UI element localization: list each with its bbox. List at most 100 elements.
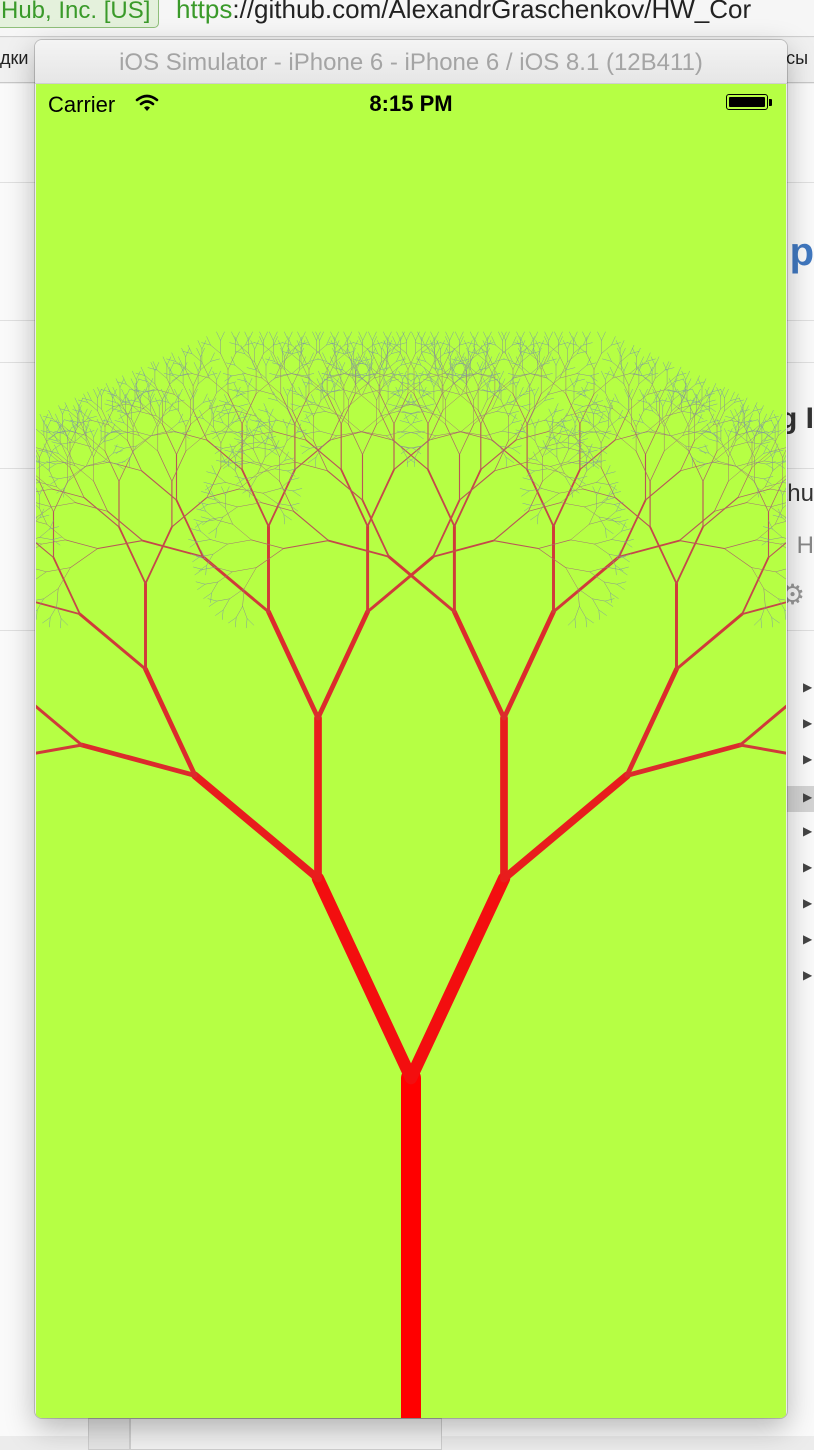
branch — [234, 476, 245, 480]
branch — [250, 476, 258, 489]
branch — [570, 413, 576, 424]
branch — [219, 400, 229, 404]
branch — [396, 331, 401, 341]
disclosure-triangle-icon[interactable]: ▶ — [803, 968, 812, 982]
branch — [39, 514, 50, 518]
branch — [343, 389, 361, 395]
disclosure-triangle-icon[interactable]: ▶ — [803, 896, 812, 910]
bookmark-item[interactable]: сы — [786, 48, 808, 69]
branch — [187, 344, 193, 354]
disclosure-triangle-icon[interactable]: ▶ — [803, 752, 812, 766]
branch — [609, 419, 618, 436]
branch — [558, 331, 563, 341]
branch — [349, 340, 355, 350]
branch — [619, 569, 628, 576]
branch — [730, 391, 735, 401]
branch — [542, 465, 562, 482]
disclosure-triangle-icon[interactable]: ▶ — [803, 860, 812, 874]
disclosure-triangle-icon[interactable]: ▶ — [803, 680, 812, 694]
branch — [453, 468, 482, 528]
branch — [43, 588, 59, 600]
branch — [122, 375, 127, 385]
disclosure-triangle-icon[interactable]: ▶ — [803, 790, 812, 804]
branch — [775, 571, 786, 580]
branch — [564, 476, 572, 489]
branch — [522, 502, 533, 506]
branch — [607, 352, 612, 362]
branch — [440, 340, 445, 350]
branch — [567, 618, 576, 626]
branch — [592, 486, 597, 496]
branch — [202, 566, 216, 570]
disclosure-triangle-icon[interactable]: ▶ — [803, 716, 812, 730]
branch — [526, 408, 535, 426]
branch — [161, 388, 166, 399]
branch — [243, 567, 257, 589]
branch — [353, 342, 363, 346]
url-text[interactable]: https://github.com/AlexandrGraschenkov/H… — [176, 0, 751, 27]
branch — [299, 403, 313, 407]
branch — [352, 378, 361, 395]
branch — [292, 490, 301, 497]
branch — [738, 408, 743, 418]
branch — [362, 331, 367, 341]
branch — [216, 410, 226, 414]
branch — [315, 331, 320, 341]
branch — [617, 347, 622, 357]
branch — [347, 347, 352, 357]
simulator-title[interactable]: iOS Simulator - iPhone 6 - iPhone 6 / iO… — [35, 40, 787, 84]
bookmark-item[interactable]: дки — [0, 48, 28, 69]
branch — [157, 410, 166, 428]
branch — [330, 383, 336, 393]
branch — [690, 410, 701, 420]
branch — [586, 445, 600, 449]
branch — [125, 394, 130, 404]
branch — [640, 430, 654, 434]
branch — [675, 525, 704, 585]
branch — [83, 393, 88, 403]
branch — [681, 370, 686, 380]
branch — [576, 351, 587, 354]
branch — [43, 443, 49, 453]
branch — [259, 336, 264, 346]
branch — [381, 340, 386, 350]
branch — [47, 463, 56, 470]
ev-certificate-badge[interactable]: Hub, Inc. [US] — [0, 0, 160, 28]
branch — [415, 331, 420, 341]
branch — [174, 399, 185, 403]
branch — [417, 331, 422, 341]
branch — [430, 331, 435, 341]
branch — [763, 476, 774, 480]
branch — [596, 482, 610, 485]
branch — [210, 539, 228, 545]
disclosure-triangle-icon[interactable]: ▶ — [803, 824, 812, 838]
branch — [498, 331, 503, 341]
branch — [547, 468, 565, 474]
branch — [39, 481, 54, 513]
branch — [529, 373, 548, 379]
branch-level — [36, 468, 786, 616]
branch-level — [79, 609, 743, 778]
branch — [228, 402, 239, 412]
branch — [534, 468, 548, 472]
branch — [200, 530, 211, 540]
branch — [654, 369, 666, 379]
branch — [225, 482, 244, 488]
branch — [121, 410, 132, 420]
branch — [521, 406, 531, 413]
disclosure-triangle-icon[interactable]: ▶ — [803, 932, 812, 946]
branch — [680, 440, 695, 472]
branch — [216, 598, 230, 602]
branch — [784, 516, 786, 520]
device-screen[interactable]: Carrier 8:15 PM — [36, 84, 786, 1418]
branch — [465, 383, 474, 401]
branch — [36, 505, 40, 509]
branch — [178, 362, 184, 372]
branch — [168, 430, 182, 434]
branch — [78, 397, 84, 407]
branch — [516, 331, 521, 341]
branch — [203, 399, 213, 403]
branch — [330, 378, 336, 388]
branch — [141, 539, 204, 558]
browser-url-bar[interactable]: Hub, Inc. [US] https://github.com/Alexan… — [0, 0, 814, 37]
